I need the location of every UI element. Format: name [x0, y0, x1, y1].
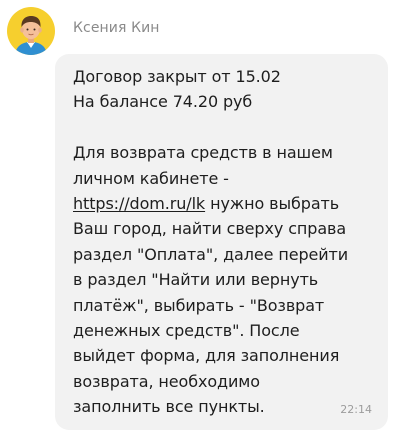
- chat-message-group: Ксения Кин Договор закрыт от 15.02 На ба…: [0, 0, 406, 440]
- message-timestamp: 22:14: [340, 403, 372, 416]
- person-avatar-icon: [15, 16, 47, 55]
- message-text: Договор закрыт от 15.02 На балансе 74.20…: [73, 64, 374, 420]
- sender-name[interactable]: Ксения Кин: [73, 20, 160, 36]
- message-text-before-link: Договор закрыт от 15.02 На балансе 74.20…: [73, 67, 333, 188]
- message-link[interactable]: https://dom.ru/lk: [73, 194, 205, 213]
- message-text-after-link: нужно выбрать Ваш город, найти сверху сп…: [73, 194, 349, 417]
- message-bubble: Договор закрыт от 15.02 На балансе 74.20…: [55, 54, 388, 430]
- sender-avatar[interactable]: [7, 7, 55, 55]
